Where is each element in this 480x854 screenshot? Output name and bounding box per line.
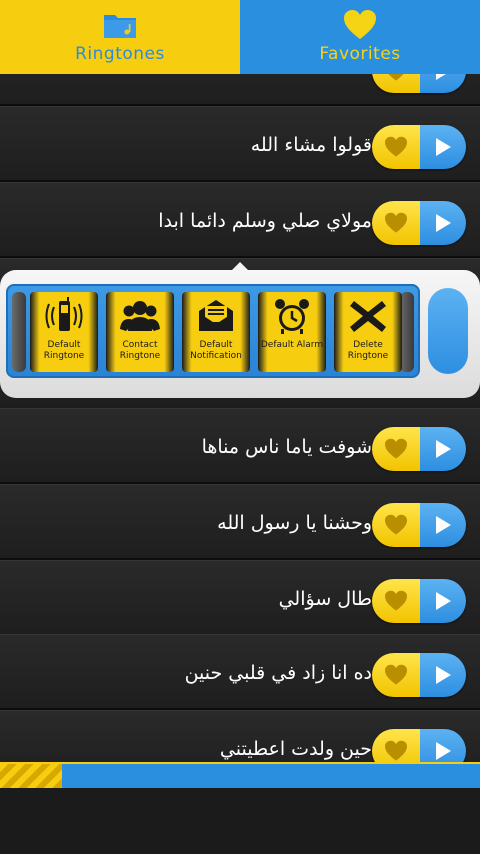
play-icon bbox=[436, 214, 451, 232]
heart-icon bbox=[388, 74, 404, 81]
right-grip-handle bbox=[400, 292, 414, 372]
envelope-icon bbox=[196, 296, 236, 336]
play-icon bbox=[436, 742, 451, 760]
default-alarm-label: Default Alarm bbox=[260, 340, 324, 350]
delete-ringtone-label: Delete Ringtone bbox=[347, 340, 389, 361]
row-controls bbox=[372, 729, 466, 764]
popup-action-bar: Default Ringtone Contact Ringtone Defaul… bbox=[6, 284, 420, 378]
row-controls bbox=[372, 427, 466, 471]
left-grip-handle bbox=[12, 292, 26, 372]
play-button[interactable] bbox=[420, 201, 466, 245]
heart-icon bbox=[385, 136, 407, 157]
top-tab-bar: Ringtones Favorites bbox=[0, 0, 480, 74]
tab-favorites-label: Favorites bbox=[319, 44, 401, 64]
list-item[interactable]: شوفت ياما ناس مناها bbox=[0, 408, 480, 484]
ringtone-title: طال سؤالي bbox=[278, 588, 372, 610]
favorite-button[interactable] bbox=[372, 201, 420, 245]
row-controls bbox=[372, 125, 466, 169]
default-ringtone-button[interactable]: Default Ringtone bbox=[30, 292, 98, 372]
favorite-button[interactable] bbox=[372, 653, 420, 697]
folder-music-icon bbox=[102, 8, 138, 42]
favorite-button[interactable] bbox=[372, 503, 420, 547]
default-alarm-button[interactable]: Default Alarm bbox=[258, 292, 326, 372]
tab-ringtones-label: Ringtones bbox=[75, 44, 165, 64]
phone-ringing-icon bbox=[44, 296, 84, 336]
action-list: Default Ringtone Contact Ringtone Defaul… bbox=[30, 292, 402, 372]
play-button[interactable] bbox=[420, 653, 466, 697]
contacts-icon bbox=[120, 296, 160, 336]
play-button[interactable] bbox=[420, 503, 466, 547]
row-controls bbox=[372, 503, 466, 547]
ringtone-title: شوفت ياما ناس مناها bbox=[201, 436, 372, 458]
heart-icon bbox=[385, 664, 407, 685]
heart-icon bbox=[385, 212, 407, 233]
row-controls bbox=[372, 579, 466, 623]
ringtone-title: قولوا مشاء الله bbox=[250, 134, 372, 156]
delete-ringtone-button[interactable]: Delete Ringtone bbox=[334, 292, 402, 372]
heart-icon bbox=[385, 740, 407, 761]
heart-icon bbox=[385, 514, 407, 535]
contact-ringtone-button[interactable]: Contact Ringtone bbox=[106, 292, 174, 372]
play-button[interactable] bbox=[420, 427, 466, 471]
play-button[interactable] bbox=[420, 74, 466, 93]
list-item[interactable]: قولوا مشاء الله bbox=[0, 106, 480, 182]
play-icon bbox=[436, 440, 451, 458]
row-controls bbox=[372, 74, 466, 93]
playback-progress-bar[interactable] bbox=[0, 762, 480, 788]
play-button[interactable] bbox=[420, 125, 466, 169]
ringtone-title: حين ولدت اعطيتني bbox=[219, 738, 372, 760]
alarm-clock-icon bbox=[272, 296, 312, 336]
play-icon bbox=[436, 74, 446, 80]
progress-fill bbox=[0, 764, 63, 788]
play-icon bbox=[436, 138, 451, 156]
tab-ringtones[interactable]: Ringtones bbox=[0, 0, 240, 74]
row-controls bbox=[372, 201, 466, 245]
default-ringtone-label: Default Ringtone bbox=[43, 340, 85, 361]
play-icon bbox=[436, 592, 451, 610]
footer-area bbox=[0, 788, 480, 854]
play-icon bbox=[436, 516, 451, 534]
heart-icon bbox=[385, 438, 407, 459]
list-item[interactable]: ده انا زاد في قلبي حنين bbox=[0, 634, 480, 710]
default-notification-label: Default Notification bbox=[190, 340, 242, 361]
favorite-button[interactable] bbox=[372, 579, 420, 623]
ringtone-title: مولاي صلي وسلم دائما ابدا bbox=[158, 210, 372, 232]
row-controls bbox=[372, 653, 466, 697]
list-item[interactable] bbox=[0, 74, 480, 106]
play-button[interactable] bbox=[420, 579, 466, 623]
favorite-button[interactable] bbox=[372, 729, 420, 764]
contact-ringtone-label: Contact Ringtone bbox=[119, 340, 161, 361]
list-item[interactable]: وحشنا يا رسول الله bbox=[0, 484, 480, 560]
favorite-button[interactable] bbox=[372, 427, 420, 471]
heart-icon bbox=[343, 8, 377, 42]
default-notification-button[interactable]: Default Notification bbox=[182, 292, 250, 372]
play-icon bbox=[436, 666, 451, 684]
quick-action-popup: Default Ringtone Contact Ringtone Defaul… bbox=[0, 262, 480, 402]
favorite-button[interactable] bbox=[372, 74, 420, 93]
list-item[interactable]: حين ولدت اعطيتني bbox=[0, 710, 480, 764]
play-button[interactable] bbox=[420, 729, 466, 764]
heart-icon bbox=[385, 590, 407, 611]
play-button[interactable] bbox=[428, 288, 468, 374]
ringtone-title: ده انا زاد في قلبي حنين bbox=[184, 662, 372, 684]
tab-favorites[interactable]: Favorites bbox=[240, 0, 480, 74]
ringtone-list: قولوا مشاء الله مولاي صلي وسلم دائما ابد… bbox=[0, 74, 480, 764]
delete-x-icon bbox=[348, 296, 388, 336]
ringtone-title: وحشنا يا رسول الله bbox=[217, 512, 372, 534]
favorite-button[interactable] bbox=[372, 125, 420, 169]
list-item[interactable]: مولاي صلي وسلم دائما ابدا bbox=[0, 182, 480, 258]
list-item[interactable]: طال سؤالي bbox=[0, 560, 480, 636]
